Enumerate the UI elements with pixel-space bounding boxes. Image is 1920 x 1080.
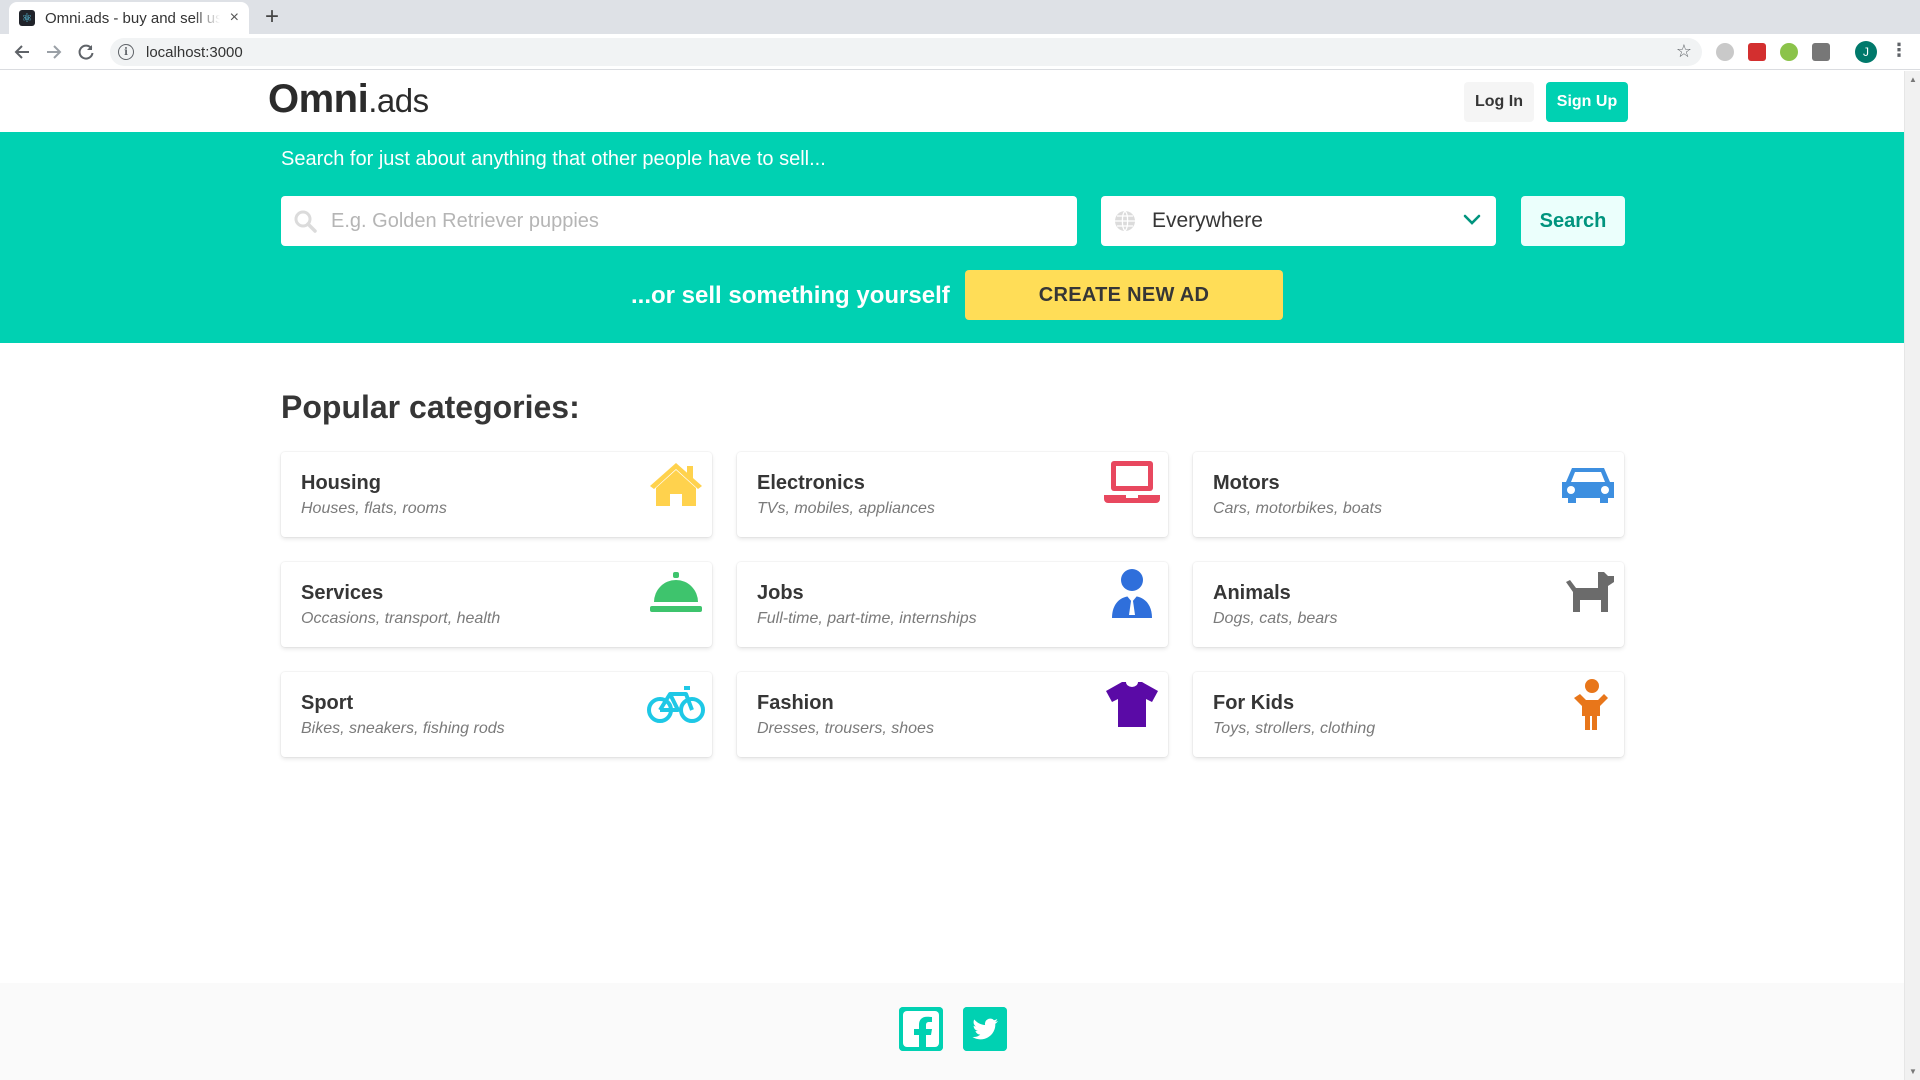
- category-title: Motors: [1213, 472, 1280, 494]
- bicycle-icon: [647, 686, 705, 723]
- logo-suffix: .ads: [368, 82, 429, 119]
- site-navbar: Omni.ads Log In Sign Up: [0, 71, 1904, 132]
- category-subtitle: Full-time, part-time, internships: [757, 610, 977, 627]
- category-card-jobs[interactable]: Jobs Full-time, part-time, internships: [737, 562, 1168, 647]
- category-card-housing[interactable]: Housing Houses, flats, rooms: [281, 452, 712, 537]
- house-icon: [650, 463, 702, 506]
- browser-menu-icon[interactable]: ⋮: [1890, 40, 1908, 61]
- category-title: For Kids: [1213, 692, 1295, 714]
- location-value: Everywhere: [1152, 209, 1263, 232]
- businessman-icon: [1112, 569, 1152, 618]
- search-icon: [294, 210, 317, 233]
- reload-icon[interactable]: [72, 38, 100, 66]
- extension-icon[interactable]: [1716, 43, 1734, 61]
- facebook-glyph: [899, 1007, 943, 1051]
- info-icon[interactable]: i: [118, 44, 134, 60]
- browser-toolbar: i localhost:3000 ☆ J ⋮: [0, 34, 1920, 70]
- category-title: Fashion: [757, 692, 834, 714]
- tshirt-icon: [1106, 682, 1158, 727]
- login-button[interactable]: Log In: [1464, 82, 1534, 122]
- category-subtitle: Dogs, cats, bears: [1213, 610, 1338, 627]
- browser-tab[interactable]: ⚛ Omni.ads - buy and sell used stuff ×: [9, 2, 249, 34]
- tab-title: Omni.ads - buy and sell used stuff: [45, 9, 220, 27]
- search-input[interactable]: [331, 196, 1061, 246]
- hero-subtitle: Search for just about anything that othe…: [281, 148, 826, 170]
- page-scrollbar[interactable]: ▲ ▼: [1904, 71, 1920, 1080]
- search-button[interactable]: Search: [1521, 196, 1625, 246]
- extension-icon[interactable]: [1748, 43, 1766, 61]
- hero-section: Search for just about anything that othe…: [0, 132, 1904, 343]
- category-subtitle: Houses, flats, rooms: [301, 500, 447, 517]
- location-select[interactable]: Everywhere: [1101, 196, 1496, 246]
- forward-icon[interactable]: [40, 38, 68, 66]
- search-field[interactable]: [281, 196, 1077, 246]
- categories-heading: Popular categories:: [281, 389, 580, 425]
- service-bell-icon: [650, 572, 702, 612]
- react-icon: ⚛: [19, 10, 35, 26]
- close-tab-icon[interactable]: ×: [230, 9, 239, 27]
- extension-icon[interactable]: [1780, 43, 1798, 61]
- back-icon[interactable]: [8, 38, 36, 66]
- sell-prompt: ...or sell something yourself: [631, 282, 950, 309]
- category-subtitle: Toys, strollers, clothing: [1213, 720, 1376, 737]
- new-tab-button[interactable]: +: [258, 3, 286, 31]
- car-icon: [1562, 468, 1614, 503]
- site-footer: [0, 983, 1904, 1080]
- category-card-motors[interactable]: Motors Cars, motorbikes, boats: [1193, 452, 1624, 537]
- category-card-services[interactable]: Services Occasions, transport, health: [281, 562, 712, 647]
- chevron-down-icon: [1463, 214, 1481, 225]
- facebook-icon[interactable]: [899, 1007, 943, 1051]
- scroll-up-icon[interactable]: ▲: [1909, 75, 1917, 84]
- category-title: Services: [301, 582, 384, 604]
- extension-icon[interactable]: [1812, 43, 1830, 61]
- laptop-icon: [1104, 461, 1160, 503]
- twitter-glyph: [963, 1007, 1007, 1051]
- dog-icon: [1566, 572, 1614, 612]
- category-title: Sport: [301, 692, 354, 714]
- twitter-icon[interactable]: [963, 1007, 1007, 1051]
- url-text: localhost:3000: [146, 43, 243, 61]
- category-card-sport[interactable]: Sport Bikes, sneakers, fishing rods: [281, 672, 712, 757]
- category-title: Electronics: [757, 472, 865, 494]
- category-card-electronics[interactable]: Electronics TVs, mobiles, appliances: [737, 452, 1168, 537]
- category-title: Jobs: [757, 582, 804, 604]
- category-subtitle: Bikes, sneakers, fishing rods: [301, 720, 505, 737]
- category-subtitle: Cars, motorbikes, boats: [1213, 500, 1382, 517]
- category-title: Animals: [1213, 582, 1291, 604]
- browser-tab-bar: ⚛ Omni.ads - buy and sell used stuff × +: [0, 0, 1920, 34]
- category-card-for-kids[interactable]: For Kids Toys, strollers, clothing: [1193, 672, 1624, 757]
- page-viewport: Omni.ads Log In Sign Up Search for just …: [0, 71, 1904, 1080]
- globe-icon: [1115, 210, 1135, 232]
- category-subtitle: Occasions, transport, health: [301, 610, 501, 627]
- create-new-ad-button[interactable]: CREATE NEW AD: [965, 270, 1283, 320]
- category-card-animals[interactable]: Animals Dogs, cats, bears: [1193, 562, 1624, 647]
- child-icon: [1574, 679, 1608, 730]
- profile-avatar[interactable]: J: [1855, 41, 1877, 63]
- category-subtitle: TVs, mobiles, appliances: [757, 500, 935, 517]
- signup-button[interactable]: Sign Up: [1546, 82, 1628, 122]
- address-bar[interactable]: i localhost:3000 ☆: [110, 38, 1702, 66]
- scroll-down-icon[interactable]: ▼: [1909, 1067, 1917, 1076]
- logo-brand: Omni: [268, 77, 369, 121]
- category-subtitle: Dresses, trousers, shoes: [757, 720, 934, 737]
- site-logo[interactable]: Omni.ads: [268, 77, 429, 122]
- category-card-fashion[interactable]: Fashion Dresses, trousers, shoes: [737, 672, 1168, 757]
- bookmark-star-icon[interactable]: ☆: [1676, 41, 1692, 62]
- category-title: Housing: [301, 472, 381, 494]
